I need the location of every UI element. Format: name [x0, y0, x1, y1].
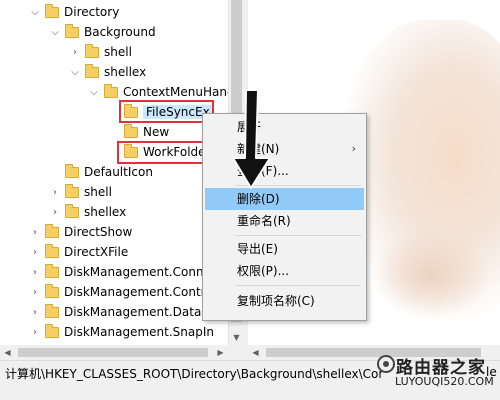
- menu-item-new[interactable]: 新建(N) ›: [205, 138, 364, 160]
- folder-icon: [45, 263, 59, 278]
- chevron-right-icon[interactable]: ›: [29, 227, 41, 238]
- menu-item-copy-key-name[interactable]: 复制项名称(C): [205, 290, 364, 312]
- chevron-right-icon[interactable]: ›: [49, 207, 61, 218]
- chevron-right-icon[interactable]: ›: [29, 247, 41, 258]
- menu-item-permissions[interactable]: 权限(P)...: [205, 260, 364, 282]
- tree-node-shellex-2[interactable]: › shellex: [49, 202, 126, 222]
- scroll-left-arrow-icon[interactable]: ◀: [0, 345, 15, 360]
- tree-node-directxfile[interactable]: › DirectXFile: [29, 242, 128, 262]
- tree-node-label: DirectShow: [64, 225, 133, 239]
- menu-item-export[interactable]: 导出(E): [205, 238, 364, 260]
- menu-item-label: 导出(E): [237, 242, 278, 256]
- scroll-left-arrow-icon[interactable]: ◀: [248, 345, 263, 360]
- tree-node-shell-2[interactable]: › shell: [49, 182, 112, 202]
- chevron-right-icon[interactable]: ›: [69, 47, 81, 58]
- tree-node-background[interactable]: ⌵ Background: [49, 22, 156, 42]
- menu-item-rename[interactable]: 重命名(R): [205, 210, 364, 232]
- chevron-down-icon[interactable]: ⌵: [49, 27, 61, 38]
- folder-icon: [65, 163, 79, 178]
- folder-icon: [65, 23, 79, 38]
- folder-icon: [85, 63, 99, 78]
- tree-node-shellex[interactable]: ⌵ shellex: [69, 62, 146, 82]
- tree-horizontal-scrollbar[interactable]: ◀ ▶: [0, 345, 243, 360]
- menu-item-find[interactable]: 查找(F)...: [205, 160, 364, 182]
- chevron-right-icon[interactable]: ›: [29, 287, 41, 298]
- folder-icon: [45, 243, 59, 258]
- chevron-down-icon[interactable]: ⌵: [29, 7, 41, 18]
- folder-icon: [45, 323, 59, 338]
- menu-item-label: 重命名(R): [237, 214, 291, 228]
- chevron-right-icon[interactable]: ›: [29, 267, 41, 278]
- router-logo-icon: [377, 355, 395, 373]
- tree-node-label: DiskManagement.SnapIn: [64, 325, 214, 339]
- tree-node-diskmanagement-control[interactable]: › DiskManagement.Control: [29, 282, 216, 302]
- folder-icon: [45, 283, 59, 298]
- context-menu: 展开 新建(N) › 查找(F)... 删除(D) 重命名(R) 导出(E) 权…: [202, 113, 367, 321]
- chevron-right-icon[interactable]: ›: [49, 187, 61, 198]
- chevron-right-icon[interactable]: ›: [29, 307, 41, 318]
- registry-path: 计算机\HKEY_CLASSES_ROOT\Directory\Backgrou…: [5, 367, 383, 381]
- folder-icon: [45, 3, 59, 18]
- chevron-down-icon[interactable]: ⌵: [88, 87, 100, 98]
- tree-node-contextmenuhandlers[interactable]: ⌵ ContextMenuHandlers: [88, 82, 243, 102]
- scroll-right-arrow-icon[interactable]: ▶: [213, 345, 228, 360]
- folder-icon: [45, 223, 59, 238]
- folder-icon: [104, 83, 118, 98]
- tree-node-diskmanagement-snapin[interactable]: › DiskManagement.SnapIn: [29, 322, 214, 342]
- menu-item-label: 删除(D): [237, 192, 280, 206]
- menu-separator: [235, 235, 361, 236]
- scroll-down-arrow-icon[interactable]: ▼: [229, 330, 243, 345]
- annotation-box-workfolders: [117, 141, 211, 164]
- tree-node-defaulticon[interactable]: DefaultIcon: [49, 162, 153, 182]
- tree-node-shell[interactable]: › shell: [69, 42, 132, 62]
- background-artwork-lower: [370, 230, 490, 320]
- menu-item-label: 复制项名称(C): [237, 294, 315, 308]
- tree-node-label: shell: [84, 185, 112, 199]
- folder-icon: [85, 43, 99, 58]
- tree-node-label: Background: [84, 25, 156, 39]
- chevron-down-icon[interactable]: ⌵: [69, 67, 81, 78]
- tree-node-new[interactable]: New: [108, 122, 169, 142]
- scrollbar-thumb[interactable]: [18, 348, 208, 357]
- folder-icon: [45, 303, 59, 318]
- tree-node-directory[interactable]: ⌵ Directory: [29, 2, 119, 22]
- menu-item-delete[interactable]: 删除(D): [205, 188, 364, 210]
- tree-node-label: Directory: [64, 5, 120, 19]
- menu-item-expand[interactable]: 展开: [205, 116, 364, 138]
- tree-node-label: DefaultIcon: [84, 165, 153, 179]
- annotation-box-filesyncex: [119, 100, 214, 123]
- chevron-right-icon: ›: [351, 142, 356, 155]
- folder-icon: [65, 203, 79, 218]
- tree-node-directshow[interactable]: › DirectShow: [29, 222, 132, 242]
- watermark-url: LUYOUQI520.COM: [395, 375, 494, 388]
- menu-separator: [235, 285, 361, 286]
- arrow-cursor-icon: [232, 89, 271, 189]
- tree-node-label: ContextMenuHandlers: [123, 85, 243, 99]
- folder-icon: [124, 123, 138, 138]
- site-watermark: 路由器之家 LUYOUQI520.COM: [373, 353, 500, 400]
- tree-node-label: DirectXFile: [64, 245, 129, 259]
- tree-node-label: New: [143, 125, 170, 139]
- tree-node-label: shell: [104, 45, 132, 59]
- tree-node-label: shellex: [84, 205, 127, 219]
- tree-node-label: shellex: [104, 65, 147, 79]
- tree-node-label: DiskManagement.Control: [64, 285, 217, 299]
- menu-item-label: 权限(P)...: [237, 264, 290, 278]
- folder-icon: [65, 183, 79, 198]
- chevron-right-icon[interactable]: ›: [29, 327, 41, 338]
